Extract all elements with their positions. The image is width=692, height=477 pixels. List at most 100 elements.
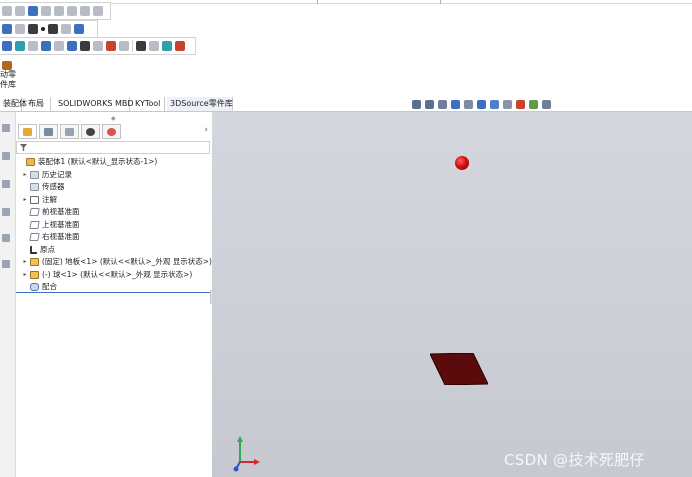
tree-item[interactable]: ▸ 注解	[16, 194, 212, 207]
tree-root-label: 装配体1 (默认<默认_显示状态-1>)	[38, 157, 158, 166]
toolbar-icon[interactable]	[61, 23, 71, 34]
display-icon	[107, 127, 116, 136]
assembly-icon	[26, 158, 35, 167]
tab-property-manager[interactable]	[39, 124, 58, 139]
toolbar-icon[interactable]	[93, 40, 103, 51]
3dsource-library-button[interactable]: 动零 件库	[0, 61, 24, 91]
tree-filter[interactable]	[16, 141, 210, 154]
tab-kytool[interactable]: KYTool	[132, 97, 165, 111]
library-icon	[2, 61, 12, 70]
toolbar-icon[interactable]	[54, 40, 64, 51]
tab-assembly[interactable]: 装配体	[0, 97, 27, 111]
tree-item[interactable]: ▸ (固定) 地板<1> (默认<<默认>_外观 显示状态>)	[16, 256, 212, 269]
strip-icon[interactable]	[2, 152, 10, 160]
toolbar-icon[interactable]	[28, 40, 38, 51]
tab-display-manager[interactable]	[102, 124, 121, 139]
feature-manager-panel: ◆ › 装配体1 (默认<默认_显示状态-1>) ▸ 历史记录 传感器 ▸ 注解…	[16, 112, 215, 477]
view-settings-icon[interactable]	[542, 100, 551, 109]
command-manager-tabs: 装配体 布局 SOLIDWORKS MBD KYTool 3DSource零件库	[0, 97, 692, 112]
tree-item[interactable]: 原点	[16, 244, 212, 257]
part-icon	[30, 270, 39, 279]
task-strip	[0, 112, 16, 477]
title-bar-edge	[110, 0, 692, 4]
sketch-toolbar	[0, 21, 84, 36]
expand-icon[interactable]: ▸	[20, 256, 30, 269]
strip-icon[interactable]	[2, 180, 10, 188]
tree-item[interactable]: 传感器	[16, 181, 212, 194]
expand-icon[interactable]: ▸	[20, 169, 30, 182]
tab-dimxpert[interactable]	[81, 124, 100, 139]
section-view-icon[interactable]	[451, 100, 460, 109]
toolbar-icon[interactable]	[80, 40, 90, 51]
toolbar-icon[interactable]	[15, 5, 25, 16]
tree-item[interactable]: 右视基准面	[16, 231, 212, 244]
tree-root[interactable]: 装配体1 (默认<默认_显示状态-1>)	[16, 156, 212, 169]
toolbar-icon[interactable]	[149, 40, 159, 51]
strip-icon[interactable]	[2, 260, 10, 268]
toolbar-icon[interactable]	[162, 40, 172, 51]
panel-pin-icon[interactable]: ◆	[111, 115, 116, 122]
floor-plate-part[interactable]	[430, 353, 488, 385]
tree-item[interactable]: 前视基准面	[16, 206, 212, 219]
toolbar-icon[interactable]	[54, 5, 64, 16]
heads-up-view-toolbar	[412, 100, 551, 109]
graphics-viewport[interactable]	[212, 112, 692, 477]
tree-item-label: 原点	[40, 244, 55, 254]
tab-solidworks-mbd[interactable]: SOLIDWORKS MBD	[55, 97, 134, 111]
strip-icon[interactable]	[2, 124, 10, 132]
point-icon[interactable]	[41, 26, 45, 31]
tab-3dsource-library[interactable]: 3DSource零件库	[167, 97, 233, 111]
zoom-to-fit-icon[interactable]	[412, 100, 421, 109]
chevron-right-icon[interactable]: ›	[204, 125, 208, 135]
toolbar-icon[interactable]	[106, 40, 116, 51]
tree-item[interactable]: ▸ 历史记录	[16, 169, 212, 182]
ball-part[interactable]	[455, 156, 469, 170]
tree-item[interactable]: ▸ (-) 球<1> (默认<<默认>_外观 显示状态>)	[16, 269, 212, 282]
tree-item[interactable]: 上视基准面	[16, 219, 212, 232]
toolbar-icon[interactable]	[41, 40, 51, 51]
toolbar-icon[interactable]	[136, 40, 146, 51]
mate-icon	[30, 283, 39, 292]
line-icon[interactable]	[15, 23, 25, 34]
toolbar-icon[interactable]	[67, 40, 77, 51]
assembly-toolbar	[0, 38, 185, 53]
tab-feature-tree[interactable]	[18, 124, 37, 139]
expand-icon[interactable]: ▸	[20, 269, 30, 282]
toolbar-icon[interactable]	[2, 23, 12, 34]
hide-show-items-icon[interactable]	[503, 100, 512, 109]
zoom-to-area-icon[interactable]	[425, 100, 434, 109]
toolbar-icon[interactable]	[28, 5, 38, 16]
toolbar-icon[interactable]	[41, 5, 51, 16]
tree-rollback-bar[interactable]	[16, 292, 212, 293]
reference-triad	[233, 436, 260, 472]
tree-item-label: (固定) 地板<1> (默认<<默认>_外观 显示状态>)	[41, 257, 212, 266]
toolbar-icon[interactable]	[28, 23, 38, 34]
toolbar-icon[interactable]	[15, 40, 25, 51]
toolbar-icon[interactable]	[175, 40, 185, 51]
expand-icon[interactable]: ▸	[20, 194, 30, 207]
toolbar-icon[interactable]	[48, 23, 58, 34]
toolbar-icon[interactable]	[119, 40, 129, 51]
toolbar-icon[interactable]	[67, 5, 77, 16]
history-icon	[30, 170, 39, 179]
property-icon	[44, 127, 53, 136]
toolbar-icon[interactable]	[74, 23, 84, 34]
previous-view-icon[interactable]	[438, 100, 447, 109]
toolbar-icon[interactable]	[80, 5, 90, 16]
dynamic-annotation-icon[interactable]	[464, 100, 473, 109]
tab-layout[interactable]: 布局	[25, 97, 51, 111]
apply-scene-icon[interactable]	[529, 100, 538, 109]
edit-appearance-icon[interactable]	[516, 100, 525, 109]
tab-configuration-manager[interactable]	[60, 124, 79, 139]
toolbar-icon[interactable]	[2, 5, 12, 16]
toolbar-icon[interactable]	[93, 5, 103, 16]
strip-icon[interactable]	[2, 208, 10, 216]
big-button-label: 件库	[0, 80, 16, 89]
strip-icon[interactable]	[2, 234, 10, 242]
display-style-icon[interactable]	[490, 100, 499, 109]
feature-tree: 装配体1 (默认<默认_显示状态-1>) ▸ 历史记录 传感器 ▸ 注解 前视基…	[16, 156, 212, 294]
toolbar-separator	[132, 39, 133, 52]
tree-item-label: 上视基准面	[42, 219, 80, 229]
toolbar-icon[interactable]	[2, 40, 12, 51]
view-orientation-icon[interactable]	[477, 100, 486, 109]
